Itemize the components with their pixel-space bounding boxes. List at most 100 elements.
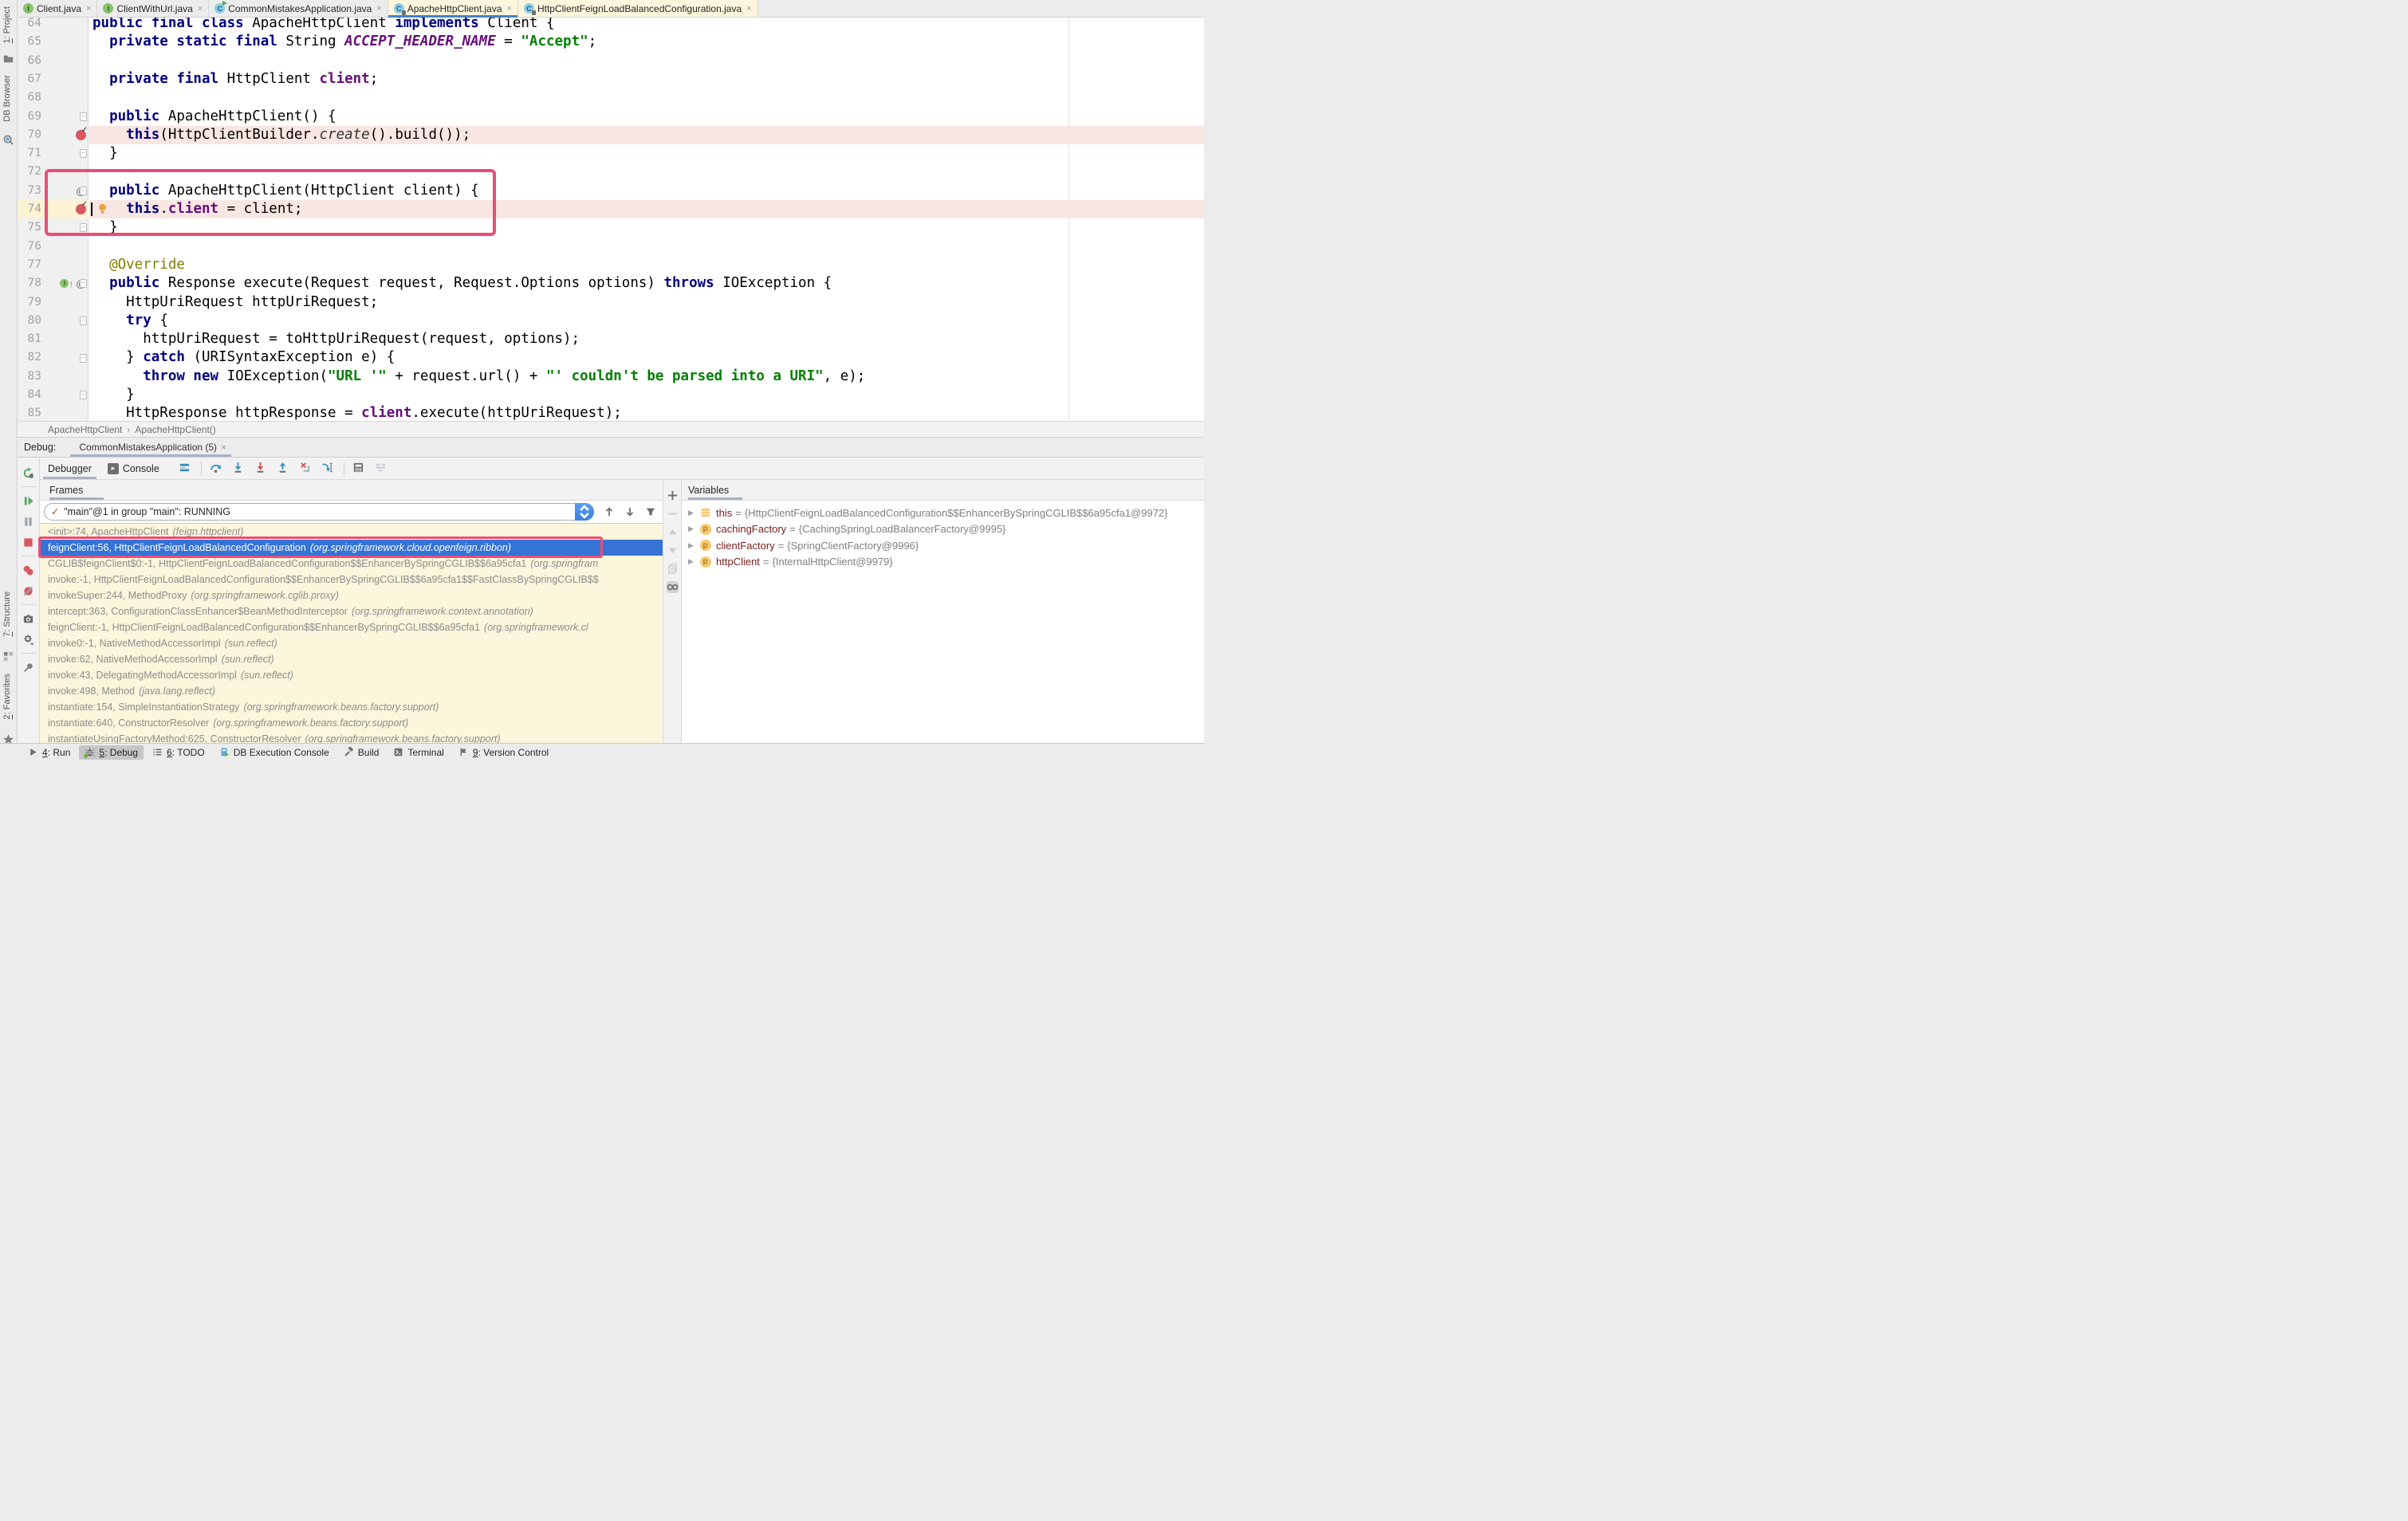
line-number[interactable]: 71: [18, 144, 41, 163]
editor-tab-ApacheHttpClient-java[interactable]: CApacheHttpClient.java×: [388, 0, 518, 17]
tool-button-1-project[interactable]: 1: Project: [2, 6, 12, 43]
tool-button-db-browser[interactable]: DB Browser: [2, 75, 12, 122]
line-number[interactable]: 70: [18, 126, 41, 144]
frame-row[interactable]: instantiate:640, ConstructorResolver(org…: [40, 715, 663, 731]
variable-row[interactable]: ▶pcachingFactory={CachingSpringLoadBalan…: [682, 521, 1204, 538]
editor-tab-Client-java[interactable]: IClient.java×: [18, 0, 97, 17]
frame-row[interactable]: intercept:363, ConfigurationClassEnhance…: [40, 603, 663, 619]
line-number[interactable]: 77: [18, 256, 41, 274]
pin-icon[interactable]: [21, 659, 37, 675]
close-icon[interactable]: ×: [507, 4, 512, 14]
line-number[interactable]: 85: [18, 404, 41, 421]
debug-settings-icon[interactable]: [21, 631, 37, 647]
line-number[interactable]: 67: [18, 70, 41, 88]
code-editor[interactable]: 64public final class ApacheHttpClient im…: [18, 18, 1204, 421]
expand-triangle-icon[interactable]: ▶: [688, 557, 699, 566]
line-number[interactable]: 65: [18, 33, 41, 51]
statusbar-6-todo[interactable]: 6: TODO: [147, 745, 211, 760]
variable-row[interactable]: ▶phttpClient={InternalHttpClient@9979}: [682, 554, 1204, 571]
line-number[interactable]: 66: [18, 52, 41, 70]
step-over-icon[interactable]: [210, 462, 224, 476]
frame-row[interactable]: invoke:62, NativeMethodAccessorImpl(sun.…: [40, 651, 663, 667]
line-number[interactable]: 69: [18, 108, 41, 126]
force-step-into-icon[interactable]: [254, 462, 269, 476]
fold-open-icon[interactable]: −: [80, 187, 87, 195]
fold-open-icon[interactable]: −: [80, 316, 87, 325]
tab-debugger[interactable]: Debugger: [40, 458, 100, 479]
variable-row[interactable]: ▶this={HttpClientFeignLoadBalancedConfig…: [682, 505, 1204, 521]
line-number[interactable]: 68: [18, 88, 41, 107]
close-icon[interactable]: ×: [221, 442, 226, 453]
frame-row[interactable]: invokeSuper:244, MethodProxy(org.springf…: [40, 588, 663, 603]
expand-triangle-icon[interactable]: ▶: [688, 509, 699, 517]
drop-frame-icon[interactable]: [299, 462, 313, 476]
line-number[interactable]: 74: [18, 200, 41, 218]
expand-triangle-icon[interactable]: ▶: [688, 541, 699, 550]
show-execution-point-icon[interactable]: [179, 462, 193, 476]
line-number[interactable]: 72: [18, 163, 41, 181]
frame-row[interactable]: feignClient:-1, HttpClientFeignLoadBalan…: [40, 619, 663, 635]
frame-row[interactable]: invoke:43, DelegatingMethodAccessorImpl(…: [40, 667, 663, 683]
debug-session-tab[interactable]: CommonMistakesApplication (5) ×: [70, 438, 231, 457]
close-icon[interactable]: ×: [198, 4, 203, 14]
frame-row[interactable]: CGLIB$feignClient$0:-1, HttpClientFeignL…: [40, 556, 663, 572]
line-number[interactable]: 82: [18, 348, 41, 367]
frame-row[interactable]: invoke:-1, HttpClientFeignLoadBalancedCo…: [40, 572, 663, 588]
thread-selector[interactable]: ✓ "main"@1 in group "main": RUNNING: [44, 503, 594, 521]
fold-open-icon[interactable]: −: [80, 112, 87, 121]
breadcrumb[interactable]: ApacheHttpClient › ApacheHttpClient(): [18, 421, 1204, 438]
statusbar-db-execution-console[interactable]: DB Execution Console: [214, 745, 335, 760]
frame-row[interactable]: <init>:74, ApacheHttpClient(feign.httpcl…: [40, 524, 663, 540]
line-number[interactable]: 83: [18, 367, 41, 386]
close-icon[interactable]: ×: [746, 4, 751, 14]
step-out-icon[interactable]: [277, 462, 291, 476]
pause-icon[interactable]: [21, 513, 37, 529]
intention-bulb-icon[interactable]: [96, 202, 108, 216]
implementing-method-icon[interactable]: I↑: [60, 278, 73, 289]
combobox-spinner-icon[interactable]: [575, 503, 594, 521]
statusbar-4-run[interactable]: 4: Run: [22, 745, 76, 760]
evaluate-expression-icon[interactable]: [352, 462, 367, 476]
glasses-icon[interactable]: [667, 581, 679, 593]
line-number[interactable]: 81: [18, 330, 41, 348]
close-icon[interactable]: ×: [376, 4, 381, 14]
statusbar-build[interactable]: Build: [338, 745, 385, 760]
line-number[interactable]: 80: [18, 312, 41, 330]
fold-open-icon[interactable]: −: [80, 279, 87, 288]
fold-close-icon[interactable]: −: [80, 223, 87, 232]
step-into-icon[interactable]: [232, 462, 246, 476]
statusbar-terminal[interactable]: Terminal: [388, 745, 449, 760]
tab-console[interactable]: ▸Console: [100, 458, 167, 479]
fold-close-icon[interactable]: −: [80, 391, 87, 399]
fold-close-icon[interactable]: −: [80, 149, 87, 158]
line-number[interactable]: 78: [18, 274, 41, 293]
editor-tab-HttpClientFeignLoadBalancedConfiguration-java[interactable]: CHttpClientFeignLoadBalancedConfiguratio…: [518, 0, 758, 17]
frame-row[interactable]: invoke0:-1, NativeMethodAccessorImpl(sun…: [40, 635, 663, 651]
thread-dump-camera-icon[interactable]: [21, 611, 37, 627]
tool-button-2-favorites[interactable]: 2: Favorites: [2, 674, 12, 719]
add-icon[interactable]: [667, 489, 679, 501]
arrow-down-icon[interactable]: [624, 506, 635, 517]
breadcrumb-class[interactable]: ApacheHttpClient: [48, 424, 122, 435]
frame-row[interactable]: instantiate:154, SimpleInstantiationStra…: [40, 699, 663, 715]
editor-tab-CommonMistakesApplication-java[interactable]: CCommonMistakesApplication.java×: [209, 0, 388, 17]
line-number[interactable]: 75: [18, 218, 41, 237]
frame-row[interactable]: feignClient:56, HttpClientFeignLoadBalan…: [40, 540, 663, 556]
breadcrumb-method[interactable]: ApacheHttpClient(): [135, 424, 215, 435]
statusbar-9-version-control[interactable]: 9: Version Control: [453, 745, 554, 760]
view-breakpoints-icon[interactable]: [21, 562, 37, 578]
expand-triangle-icon[interactable]: ▶: [688, 525, 699, 533]
resume-icon[interactable]: [21, 493, 37, 509]
line-number[interactable]: 79: [18, 293, 41, 312]
fold-close-icon[interactable]: −: [80, 354, 87, 363]
run-to-cursor-icon[interactable]: [321, 462, 336, 476]
tool-button-7-structure[interactable]: 7: Structure: [2, 592, 12, 637]
line-number[interactable]: 76: [18, 238, 41, 256]
mute-breakpoints-icon[interactable]: [21, 583, 37, 599]
variable-row[interactable]: ▶pclientFactory={SpringClientFactory@999…: [682, 537, 1204, 554]
close-icon[interactable]: ×: [86, 4, 91, 14]
editor-tab-ClientWithUrl-java[interactable]: IClientWithUrl.java×: [97, 0, 209, 17]
rerun-icon[interactable]: [21, 465, 37, 481]
line-number[interactable]: 73: [18, 182, 41, 200]
frame-row[interactable]: invoke:498, Method(java.lang.reflect): [40, 683, 663, 699]
